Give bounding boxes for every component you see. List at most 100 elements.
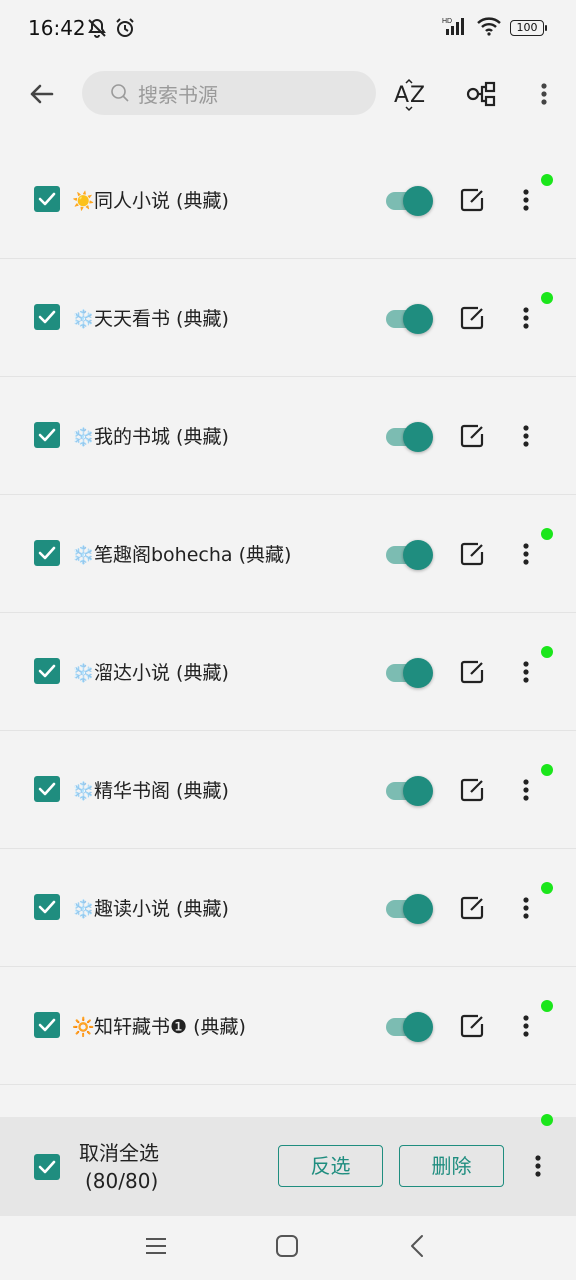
toolbar: 搜索书源 AZ bbox=[0, 60, 576, 128]
edit-icon[interactable] bbox=[458, 1012, 486, 1040]
battery-icon: 100 bbox=[510, 20, 547, 36]
mute-bell-icon bbox=[86, 17, 108, 39]
source-checkbox[interactable] bbox=[34, 1012, 60, 1038]
enable-switch[interactable] bbox=[386, 892, 434, 924]
source-row[interactable]: ❄️我的书城 (典藏) bbox=[0, 377, 576, 495]
sort-az-icon[interactable]: AZ bbox=[392, 74, 432, 114]
more-vertical-icon[interactable] bbox=[512, 1011, 540, 1041]
select-all-checkbox[interactable] bbox=[34, 1154, 60, 1180]
edit-icon[interactable] bbox=[458, 658, 486, 686]
source-name: 溜达小说 (典藏) bbox=[94, 662, 229, 684]
update-dot bbox=[541, 174, 553, 186]
source-checkbox[interactable] bbox=[34, 422, 60, 448]
source-status-icon: ❄️ bbox=[72, 309, 95, 330]
update-dot bbox=[541, 1000, 553, 1012]
source-checkbox[interactable] bbox=[34, 186, 60, 212]
source-name: 知轩藏书❶ (典藏) bbox=[94, 1016, 246, 1038]
source-row[interactable]: ❄️趣读小说 (典藏) bbox=[0, 849, 576, 967]
source-row[interactable]: ❄️笔趣阁bohecha (典藏) bbox=[0, 495, 576, 613]
home-icon[interactable] bbox=[271, 1230, 303, 1262]
source-name: 笔趣阁bohecha (典藏) bbox=[94, 544, 292, 566]
search-placeholder: 搜索书源 bbox=[138, 82, 218, 107]
source-checkbox[interactable] bbox=[34, 894, 60, 920]
source-status-icon: ❄️ bbox=[72, 899, 95, 920]
switch-thumb bbox=[403, 894, 433, 924]
select-all-label: 取消全选 bbox=[79, 1141, 159, 1165]
edit-icon[interactable] bbox=[458, 894, 486, 922]
source-row[interactable]: ❄️精华书阁 (典藏) bbox=[0, 731, 576, 849]
edit-icon[interactable] bbox=[458, 422, 486, 450]
more-vertical-icon[interactable] bbox=[512, 185, 540, 215]
source-label: ❄️趣读小说 (典藏) bbox=[72, 894, 229, 921]
select-all-text[interactable]: 取消全选 (80/80) bbox=[79, 1139, 159, 1195]
menu-icon[interactable] bbox=[140, 1230, 172, 1262]
more-vertical-icon[interactable] bbox=[512, 421, 540, 451]
source-name: 精华书阁 (典藏) bbox=[94, 780, 229, 802]
edit-icon[interactable] bbox=[458, 304, 486, 332]
switch-thumb bbox=[403, 186, 433, 216]
wifi-icon bbox=[476, 16, 502, 40]
update-dot bbox=[541, 1114, 553, 1126]
status-time: 16:42 bbox=[28, 16, 86, 40]
source-label: ❄️天天看书 (典藏) bbox=[72, 304, 229, 331]
back-icon[interactable] bbox=[402, 1230, 434, 1262]
edit-icon[interactable] bbox=[458, 540, 486, 568]
search-input[interactable]: 搜索书源 bbox=[82, 71, 376, 115]
more-vertical-icon[interactable] bbox=[524, 1151, 552, 1181]
system-nav-bar bbox=[0, 1216, 576, 1280]
more-vertical-icon[interactable] bbox=[512, 539, 540, 569]
edit-icon[interactable] bbox=[458, 776, 486, 804]
edit-icon[interactable] bbox=[458, 186, 486, 214]
group-icon[interactable] bbox=[462, 74, 502, 114]
delete-button[interactable]: 删除 bbox=[399, 1145, 504, 1187]
source-status-icon: ❄️ bbox=[72, 427, 95, 448]
search-icon bbox=[110, 83, 130, 103]
source-row[interactable]: 🔆知轩藏书❶ (典藏) bbox=[0, 967, 576, 1085]
back-arrow-icon[interactable] bbox=[22, 74, 62, 114]
source-checkbox[interactable] bbox=[34, 658, 60, 684]
update-dot bbox=[541, 882, 553, 894]
source-label: ☀️同人小说 (典藏) bbox=[72, 186, 229, 213]
source-row[interactable]: ☀️同人小说 (典藏) bbox=[0, 141, 576, 259]
switch-thumb bbox=[403, 304, 433, 334]
invert-selection-button[interactable]: 反选 bbox=[278, 1145, 383, 1187]
selection-action-bar: 取消全选 (80/80) 反选 删除 bbox=[0, 1114, 576, 1216]
book-source-manager: 16:42 HD 100 搜索书源 A Z ☀️同人小说 (典藏) ❄️天天看书… bbox=[0, 0, 576, 1280]
svg-text:A: A bbox=[394, 83, 409, 108]
source-checkbox[interactable] bbox=[34, 540, 60, 566]
more-vertical-icon[interactable] bbox=[524, 74, 564, 114]
enable-switch[interactable] bbox=[386, 656, 434, 688]
enable-switch[interactable] bbox=[386, 302, 434, 334]
source-row[interactable]: ❄️天天看书 (典藏) bbox=[0, 259, 576, 377]
source-status-icon: 🔆 bbox=[72, 1017, 95, 1038]
source-status-icon: ❄️ bbox=[72, 663, 95, 684]
enable-switch[interactable] bbox=[386, 420, 434, 452]
source-checkbox[interactable] bbox=[34, 304, 60, 330]
source-name: 趣读小说 (典藏) bbox=[94, 898, 229, 920]
source-status-icon: ☀️ bbox=[72, 191, 95, 212]
more-vertical-icon[interactable] bbox=[512, 893, 540, 923]
more-vertical-icon[interactable] bbox=[512, 775, 540, 805]
source-label: ❄️精华书阁 (典藏) bbox=[72, 776, 229, 803]
source-label: ❄️我的书城 (典藏) bbox=[72, 422, 229, 449]
source-list: ☀️同人小说 (典藏) ❄️天天看书 (典藏) ❄️我的书城 (典藏) ❄️笔趣… bbox=[0, 141, 576, 1116]
update-dot bbox=[541, 528, 553, 540]
switch-thumb bbox=[403, 540, 433, 570]
switch-thumb bbox=[403, 422, 433, 452]
enable-switch[interactable] bbox=[386, 774, 434, 806]
source-checkbox[interactable] bbox=[34, 776, 60, 802]
source-row[interactable]: ❄️溜达小说 (典藏) bbox=[0, 613, 576, 731]
svg-text:HD: HD bbox=[442, 18, 452, 25]
source-label: ❄️溜达小说 (典藏) bbox=[72, 658, 229, 685]
source-label: 🔆知轩藏书❶ (典藏) bbox=[72, 1012, 246, 1039]
enable-switch[interactable] bbox=[386, 184, 434, 216]
more-vertical-icon[interactable] bbox=[512, 303, 540, 333]
switch-thumb bbox=[403, 658, 433, 688]
status-bar: 16:42 HD 100 bbox=[0, 0, 576, 56]
enable-switch[interactable] bbox=[386, 1010, 434, 1042]
update-dot bbox=[541, 292, 553, 304]
update-dot bbox=[541, 764, 553, 776]
alarm-icon bbox=[114, 17, 136, 39]
enable-switch[interactable] bbox=[386, 538, 434, 570]
more-vertical-icon[interactable] bbox=[512, 657, 540, 687]
